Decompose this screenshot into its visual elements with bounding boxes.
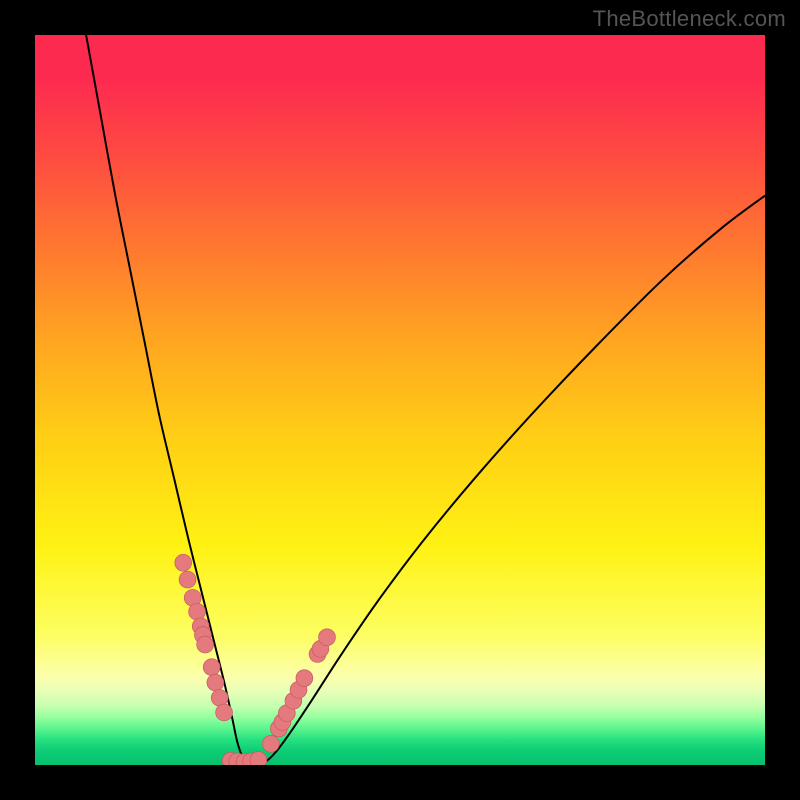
data-dot <box>179 571 196 588</box>
data-dot <box>211 689 228 706</box>
plot-area <box>35 35 765 765</box>
data-dot <box>197 636 214 653</box>
data-dot <box>262 735 279 752</box>
data-dot <box>207 674 224 691</box>
data-dot <box>203 659 220 676</box>
data-dot <box>189 603 206 620</box>
data-dot <box>296 670 313 687</box>
watermark-text: TheBottleneck.com <box>593 6 786 32</box>
data-dot <box>319 629 336 646</box>
data-dot <box>175 554 192 571</box>
chart-svg <box>35 35 765 765</box>
chart-frame: TheBottleneck.com <box>0 0 800 800</box>
curve-line <box>86 35 765 764</box>
data-dot <box>216 704 233 721</box>
data-dot <box>250 751 267 765</box>
